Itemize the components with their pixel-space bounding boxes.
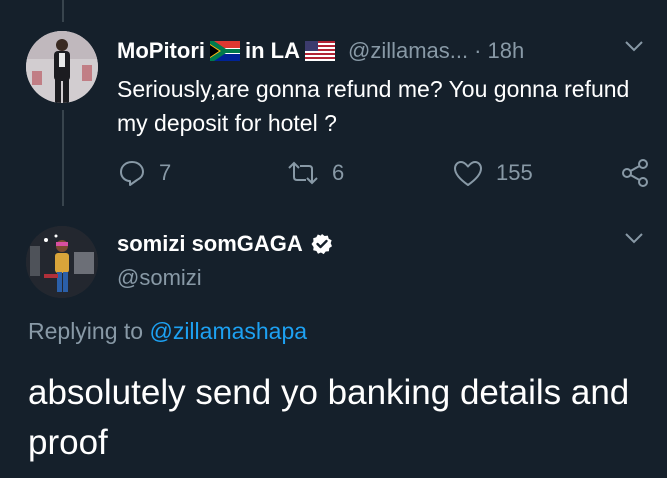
reply-count: 7 [159,160,172,185]
retweet-count: 6 [332,160,345,185]
retweet-button[interactable]: 6 [286,158,344,188]
reply-icon [120,161,144,186]
tweet-header: MoPitori in LA @zillamas... · 18h [117,37,524,65]
author-location: in LA [245,38,300,63]
retweet-icon [288,161,318,185]
author-name[interactable]: MoPitori [117,38,205,64]
avatar[interactable] [26,31,98,103]
reply-button[interactable]: 7 [117,158,171,188]
share-button[interactable] [620,158,662,188]
reply-text: absolutely send yo banking details and p… [28,373,630,462]
like-button[interactable]: 155 [452,158,533,188]
us-flag-icon [305,41,335,61]
separator-dot: · [474,38,482,63]
south-africa-flag-icon [210,41,240,61]
tweet-thread-screen: MoPitori in LA @zillamas... · 18h Seriou… [0,0,667,478]
chevron-down-icon[interactable] [624,40,644,52]
heart-icon [454,161,482,186]
replying-to-mention[interactable]: @zillamashapa [149,318,307,344]
reply-author-row: somizi somGAGA [117,230,333,258]
replying-to-line: Replying to @zillamashapa [28,318,307,345]
like-count: 155 [496,160,533,185]
thread-connector-line [62,110,64,206]
tweet-text: Seriously,are gonna refund me? You gonna… [117,76,630,136]
thread-connector-line [62,0,64,22]
reply-author-handle[interactable]: @somizi [117,265,202,291]
avatar[interactable] [26,226,98,298]
replying-to-label: Replying to [28,318,144,344]
tweet-time[interactable]: 18h [487,38,524,64]
verified-badge-icon [311,234,332,255]
reply-author-name[interactable]: somizi somGAGA [117,231,303,257]
share-icon [622,159,648,187]
author-handle[interactable]: @zillamas... [348,38,468,64]
chevron-down-icon[interactable] [624,232,644,244]
